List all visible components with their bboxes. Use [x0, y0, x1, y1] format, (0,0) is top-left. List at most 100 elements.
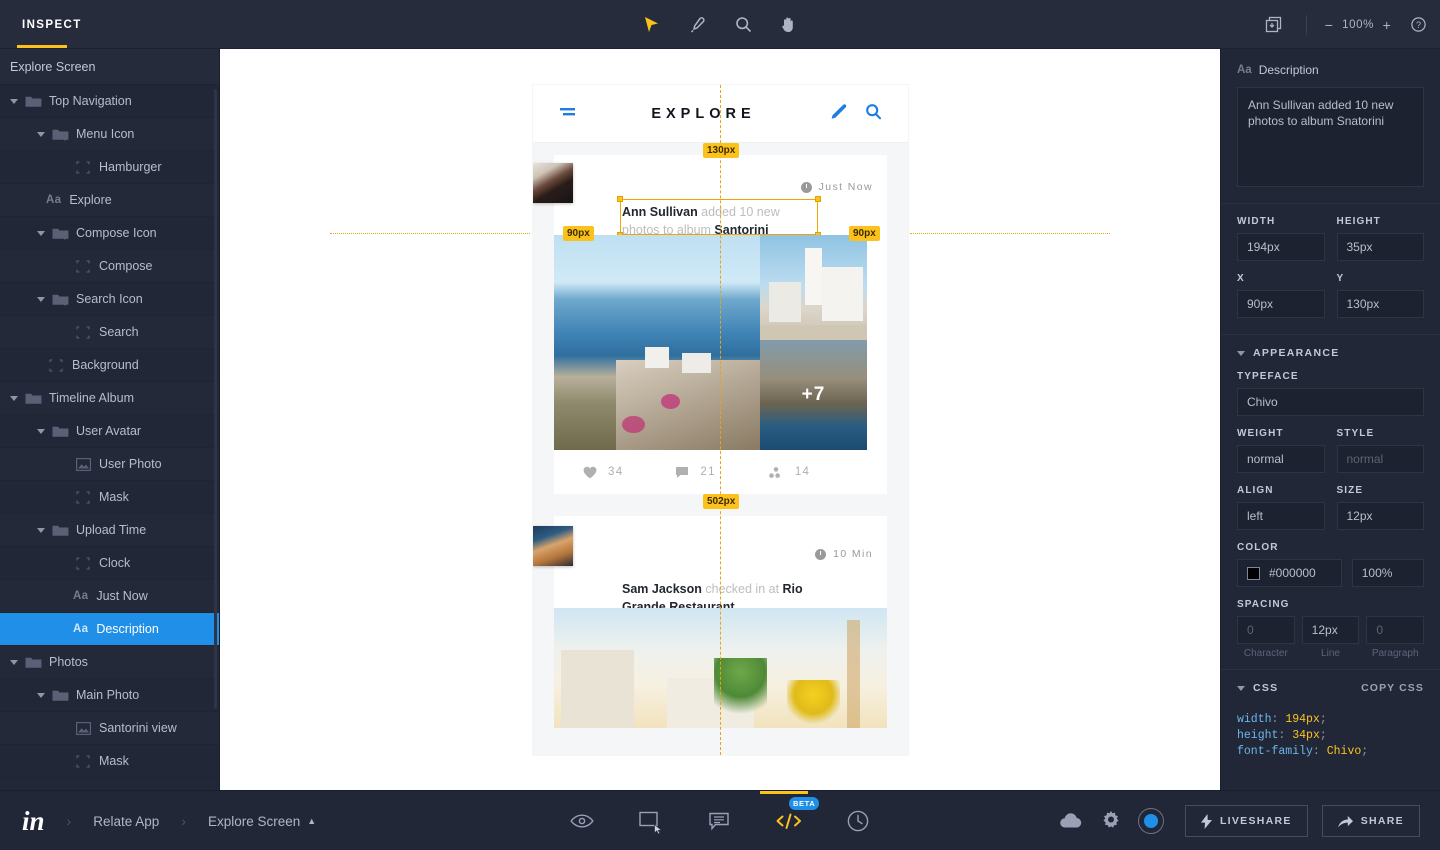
- breadcrumb-screen[interactable]: Explore Screen: [208, 814, 300, 829]
- opacity-field[interactable]: 100%: [1351, 559, 1424, 587]
- chevron-down-icon[interactable]: [10, 98, 18, 104]
- sidebar-scrollbar[interactable]: [214, 89, 217, 709]
- comment-icon[interactable]: [702, 803, 738, 839]
- folder-icon: [23, 654, 43, 670]
- canvas-area[interactable]: EXPLORE Just Now Ann Sullivan added 10 n…: [220, 49, 1220, 790]
- share-button[interactable]: SHARE: [1321, 805, 1420, 837]
- weight-field[interactable]: normal: [1237, 445, 1325, 473]
- history-clock-icon[interactable]: [840, 803, 876, 839]
- appearance-section-header[interactable]: APPEARANCE: [1221, 334, 1440, 365]
- photo-church[interactable]: [760, 235, 867, 340]
- layer-tree[interactable]: Top Navigation Menu Icon Hamburger Aa Explor…: [0, 85, 219, 790]
- layer-row-clock[interactable]: Clock: [0, 547, 219, 580]
- chevron-down-icon[interactable]: [37, 527, 45, 533]
- help-icon[interactable]: ?: [1411, 17, 1426, 32]
- layer-row-hamburger[interactable]: Hamburger: [0, 151, 219, 184]
- layer-row-mask[interactable]: Mask: [0, 745, 219, 778]
- inspector-text-content[interactable]: Ann Sullivan added 10 new photos to albu…: [1237, 87, 1424, 187]
- spacing-character-label: Character: [1243, 648, 1288, 659]
- chevron-down-icon[interactable]: [10, 659, 18, 665]
- chevron-down-icon[interactable]: [37, 131, 45, 137]
- search-icon[interactable]: [865, 103, 882, 125]
- layer-row-photos[interactable]: Photos: [0, 646, 219, 679]
- y-field[interactable]: 130px: [1336, 290, 1424, 318]
- height-field[interactable]: 35px: [1336, 233, 1424, 261]
- height-label: HEIGHT: [1336, 216, 1381, 227]
- comment-stat[interactable]: 21: [675, 466, 715, 479]
- layer-row-santorini-view[interactable]: Santorini view: [0, 712, 219, 745]
- color-swatch[interactable]: [1247, 566, 1260, 580]
- zoom-out-button[interactable]: −: [1323, 18, 1335, 32]
- align-field[interactable]: left: [1237, 502, 1325, 530]
- avatar[interactable]: [533, 163, 573, 203]
- layer-row-compose-icon[interactable]: Compose Icon: [0, 217, 219, 250]
- layer-row-menu-icon[interactable]: Menu Icon: [0, 118, 219, 151]
- copy-css-button[interactable]: COPY CSS: [1361, 682, 1424, 694]
- cursor-tool[interactable]: [636, 10, 666, 40]
- export-icon[interactable]: [1256, 10, 1290, 40]
- chevron-down-icon[interactable]: [10, 395, 18, 401]
- preview-eye-icon[interactable]: [564, 803, 600, 839]
- layer-row-explore[interactable]: Aa Explore: [0, 184, 219, 217]
- color-field[interactable]: #000000: [1237, 559, 1342, 587]
- layer-row-background[interactable]: Background: [0, 349, 219, 382]
- liveshare-button[interactable]: LIVESHARE: [1184, 805, 1308, 837]
- like-stat[interactable]: 34: [583, 466, 623, 479]
- hand-tool[interactable]: [774, 10, 804, 40]
- photo-santorini-view[interactable]: [554, 235, 760, 450]
- cloud-icon[interactable]: [1051, 801, 1091, 841]
- photo-more-overlay[interactable]: +7: [760, 340, 867, 450]
- inspect-code-icon[interactable]: BETA: [771, 797, 820, 839]
- tab-inspect[interactable]: INSPECT: [14, 0, 90, 49]
- chevron-down-icon[interactable]: [37, 296, 45, 302]
- hamburger-icon[interactable]: [559, 105, 577, 123]
- style-field[interactable]: normal: [1336, 445, 1424, 473]
- layer-row-search[interactable]: Search: [0, 316, 219, 349]
- spacing-paragraph-label: Paragraph: [1371, 648, 1419, 659]
- css-section-header[interactable]: CSS COPY CSS: [1221, 669, 1440, 702]
- breadcrumb-project[interactable]: Relate App: [93, 814, 159, 829]
- layer-row-main-photo[interactable]: Main Photo: [0, 679, 219, 712]
- layer-row-just-now[interactable]: Aa Just Now: [0, 580, 219, 613]
- width-label: WIDTH: [1237, 216, 1276, 227]
- layer-row-search-icon[interactable]: Search Icon: [0, 283, 219, 316]
- artboard-explore-screen[interactable]: EXPLORE Just Now Ann Sullivan added 10 n…: [533, 85, 908, 755]
- photo-side-column: +7: [760, 235, 867, 450]
- topbar-right-controls: − 100% + ?: [1256, 0, 1426, 49]
- zoom-tool[interactable]: [728, 10, 758, 40]
- layer-label: Top Navigation: [49, 94, 132, 108]
- layer-row-user-photo[interactable]: User Photo: [0, 448, 219, 481]
- spacing-paragraph-field[interactable]: 0: [1366, 616, 1425, 644]
- layer-row-compose[interactable]: Compose: [0, 250, 219, 283]
- chevron-down-icon[interactable]: [37, 230, 45, 236]
- layer-row-mask[interactable]: Mask: [0, 481, 219, 514]
- layer-label: Mask: [99, 490, 129, 504]
- spacing-line-field[interactable]: 12px: [1301, 616, 1360, 644]
- layer-row-description[interactable]: Aa Description: [0, 613, 219, 646]
- spacing-character-field[interactable]: 0: [1237, 616, 1295, 644]
- layer-row-upload-time[interactable]: Upload Time: [0, 514, 219, 547]
- share-stat[interactable]: 14: [768, 466, 810, 479]
- eyedropper-tool[interactable]: [682, 10, 712, 40]
- css-code-block[interactable]: width: 194px; height: 34px; font-family: C…: [1221, 702, 1440, 760]
- layer-label: Description: [96, 622, 159, 636]
- layer-row-top-navigation[interactable]: Top Navigation: [0, 85, 219, 118]
- avatar[interactable]: [533, 526, 573, 566]
- width-field[interactable]: 194px: [1237, 233, 1325, 261]
- zoom-in-button[interactable]: +: [1381, 18, 1393, 32]
- typeface-field[interactable]: Chivo: [1237, 388, 1424, 416]
- x-field[interactable]: 90px: [1237, 290, 1325, 318]
- photo-more-count: +7: [801, 384, 826, 405]
- chevron-down-icon[interactable]: [37, 692, 45, 698]
- screens-icon[interactable]: [633, 803, 669, 839]
- size-field[interactable]: 12px: [1336, 502, 1424, 530]
- invision-logo[interactable]: in: [22, 806, 45, 837]
- chevron-up-icon[interactable]: ▲: [307, 816, 316, 826]
- chevron-down-icon[interactable]: [37, 428, 45, 434]
- record-icon[interactable]: [1131, 801, 1171, 841]
- gear-icon[interactable]: [1091, 801, 1131, 841]
- layer-row-timeline-album[interactable]: Timeline Album: [0, 382, 219, 415]
- post-2-action: checked in at: [701, 582, 783, 596]
- layer-row-user-avatar[interactable]: User Avatar: [0, 415, 219, 448]
- pencil-icon[interactable]: [830, 103, 847, 125]
